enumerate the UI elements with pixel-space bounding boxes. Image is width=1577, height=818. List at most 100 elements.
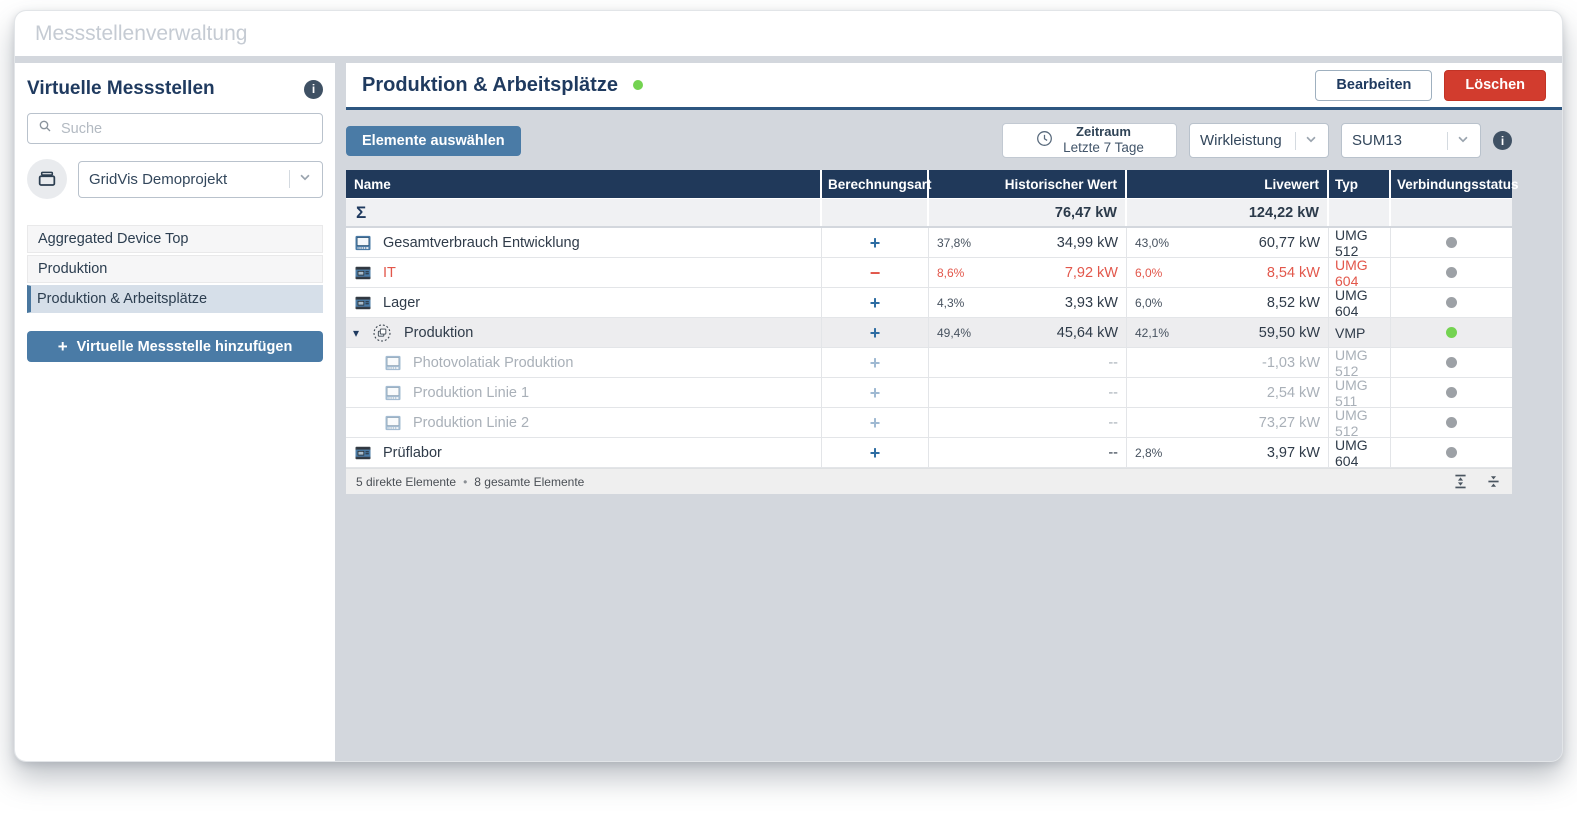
calculation-mode-cell[interactable]: − (822, 258, 929, 287)
historical-value: -- (1108, 415, 1118, 431)
calculation-mode-cell[interactable]: + (822, 318, 929, 347)
calculation-mode-cell[interactable]: + (822, 348, 929, 377)
table-row[interactable]: Produktion Linie 1 + -- 2,54 kW UMG 511 (346, 378, 1512, 408)
app-body: Virtuelle Messstellen i GridVis Demoproj… (15, 56, 1562, 761)
device-icon (353, 293, 373, 313)
name-cell: Gesamtverbrauch Entwicklung (346, 228, 822, 257)
live-value: 2,54 kW (1267, 385, 1320, 401)
live-value: 3,97 kW (1267, 445, 1320, 461)
sidebar-item-label: Produktion (38, 261, 107, 277)
edit-button[interactable]: Bearbeiten (1315, 70, 1432, 101)
main-header: Produktion & Arbeitsplätze Bearbeiten Lö… (346, 63, 1562, 110)
column-header-3[interactable]: Livewert (1127, 170, 1329, 198)
table-row[interactable]: Gesamtverbrauch Entwicklung + 37,8%34,99… (346, 228, 1512, 258)
connection-status-dot (1446, 327, 1457, 338)
live-value-cell: 6,0% 8,52 kW (1127, 288, 1329, 317)
table-row[interactable]: ▾ Produktion + 49,4%45,64 kW 42,1%59,50 … (346, 318, 1512, 348)
live-percent: 6,0% (1135, 296, 1162, 310)
table-row[interactable]: Photovolatiak Produktion + -- -1,03 kW U… (346, 348, 1512, 378)
column-header-5[interactable]: Verbindungsstatus (1391, 170, 1512, 198)
table-row[interactable]: Lager + 4,3%3,93 kW 6,0%8,52 kW UMG 604 (346, 288, 1512, 318)
historical-value: -- (1108, 445, 1118, 461)
name-cell: Lager (346, 288, 822, 317)
row-name: Gesamtverbrauch Entwicklung (383, 235, 580, 251)
table-header-row: NameBerechnungsartHistorischer WertLivew… (346, 170, 1512, 198)
calculation-mode-cell[interactable]: + (822, 288, 929, 317)
expand-all-icon[interactable] (1452, 473, 1469, 490)
info-icon[interactable]: i (304, 80, 323, 99)
calculation-mode-cell[interactable]: + (822, 228, 929, 257)
column-header-4[interactable]: Typ (1329, 170, 1391, 198)
calc-sign: + (870, 324, 881, 342)
data-table: NameBerechnungsartHistorischer WertLivew… (346, 170, 1512, 494)
row-name: Lager (383, 295, 420, 311)
table-row[interactable]: IT − 8,6%7,92 kW 6,0%8,54 kW UMG 604 (346, 258, 1512, 288)
chevron-down-icon (1304, 132, 1318, 150)
table-footer: 5 direkte Elemente • 8 gesamte Elemente (346, 468, 1512, 494)
collapse-all-icon[interactable] (1485, 473, 1502, 490)
calculation-mode-cell[interactable]: + (822, 378, 929, 407)
live-value: -1,03 kW (1262, 355, 1320, 371)
sum-row: Σ 76,47 kW 124,22 kW (346, 198, 1512, 228)
calculation-mode-cell[interactable]: + (822, 438, 929, 467)
connection-status-cell (1391, 318, 1512, 347)
historical-value-cell: -- (929, 408, 1127, 437)
select-elements-button[interactable]: Elemente auswählen (346, 126, 521, 156)
connection-status-dot (1446, 237, 1457, 248)
timerange-button[interactable]: Zeitraum Letzte 7 Tage (1002, 123, 1177, 158)
connection-status-cell (1391, 288, 1512, 317)
historical-value-cell: 4,3%3,93 kW (929, 288, 1127, 317)
name-cell: Photovolatiak Produktion (346, 348, 822, 377)
row-name: Photovolatiak Produktion (413, 355, 573, 371)
info-icon[interactable]: i (1493, 131, 1512, 150)
row-name: Produktion Linie 2 (413, 415, 529, 431)
connection-status-cell (1391, 348, 1512, 377)
calc-sign: + (870, 414, 881, 432)
column-header-0[interactable]: Name (346, 170, 822, 198)
historical-value-cell: -- (929, 438, 1127, 467)
clock-icon (1035, 129, 1054, 153)
caret-down-icon[interactable]: ▾ (353, 326, 365, 340)
calc-sign: + (870, 354, 881, 372)
project-icon (27, 159, 67, 199)
live-percent: 43,0% (1135, 236, 1169, 250)
search-input[interactable] (61, 121, 313, 137)
table-row[interactable]: Prüflabor + -- 2,8%3,97 kW UMG 604 (346, 438, 1512, 468)
delete-button[interactable]: Löschen (1444, 70, 1546, 101)
sidebar-list-item[interactable]: Aggregated Device Top (27, 225, 323, 253)
sum-historical-value: 76,47 kW (1055, 205, 1125, 221)
project-select[interactable]: GridVis Demoprojekt (78, 161, 323, 198)
table-row[interactable]: Produktion Linie 2 + -- 73,27 kW UMG 512 (346, 408, 1512, 438)
table-body: Gesamtverbrauch Entwicklung + 37,8%34,99… (346, 228, 1512, 468)
calc-sign: − (870, 264, 881, 282)
app-title: Messstellenverwaltung (35, 22, 247, 46)
live-value-cell: 42,1%59,50 kW (1127, 318, 1329, 347)
device-icon (372, 323, 392, 343)
page-title: Produktion & Arbeitsplätze (362, 74, 618, 97)
calculation-mode-cell[interactable]: + (822, 408, 929, 437)
device-type: UMG 512 (1329, 408, 1391, 437)
column-header-1[interactable]: Berechnungsart (822, 170, 929, 198)
sidebar-list-item[interactable]: Produktion & Arbeitsplätze (27, 285, 323, 313)
live-percent: 2,8% (1135, 446, 1162, 460)
device-type: UMG 511 (1329, 378, 1391, 407)
historical-percent: 4,3% (937, 296, 964, 310)
live-value-cell: 2,54 kW (1127, 378, 1329, 407)
add-messstelle-button[interactable]: + Virtuelle Messstelle hinzufügen (27, 331, 323, 362)
sidebar-list-item[interactable]: Produktion (27, 255, 323, 283)
live-value: 59,50 kW (1259, 325, 1320, 341)
live-value-cell: 6,0%8,54 kW (1127, 258, 1329, 287)
live-value: 8,52 kW (1267, 295, 1320, 311)
aggregation-select[interactable]: SUM13 (1341, 123, 1481, 158)
measurement-select[interactable]: Wirkleistung (1189, 123, 1329, 158)
connection-status-cell (1391, 258, 1512, 287)
main-panel: Produktion & Arbeitsplätze Bearbeiten Lö… (346, 63, 1562, 761)
search-box[interactable] (27, 113, 323, 144)
connection-status-cell (1391, 228, 1512, 257)
name-cell: Prüflabor (346, 438, 822, 467)
device-icon (383, 413, 403, 433)
calc-sign: + (870, 384, 881, 402)
column-header-2[interactable]: Historischer Wert (929, 170, 1127, 198)
live-value: 8,54 kW (1267, 265, 1320, 281)
connection-status-dot (1446, 357, 1457, 368)
